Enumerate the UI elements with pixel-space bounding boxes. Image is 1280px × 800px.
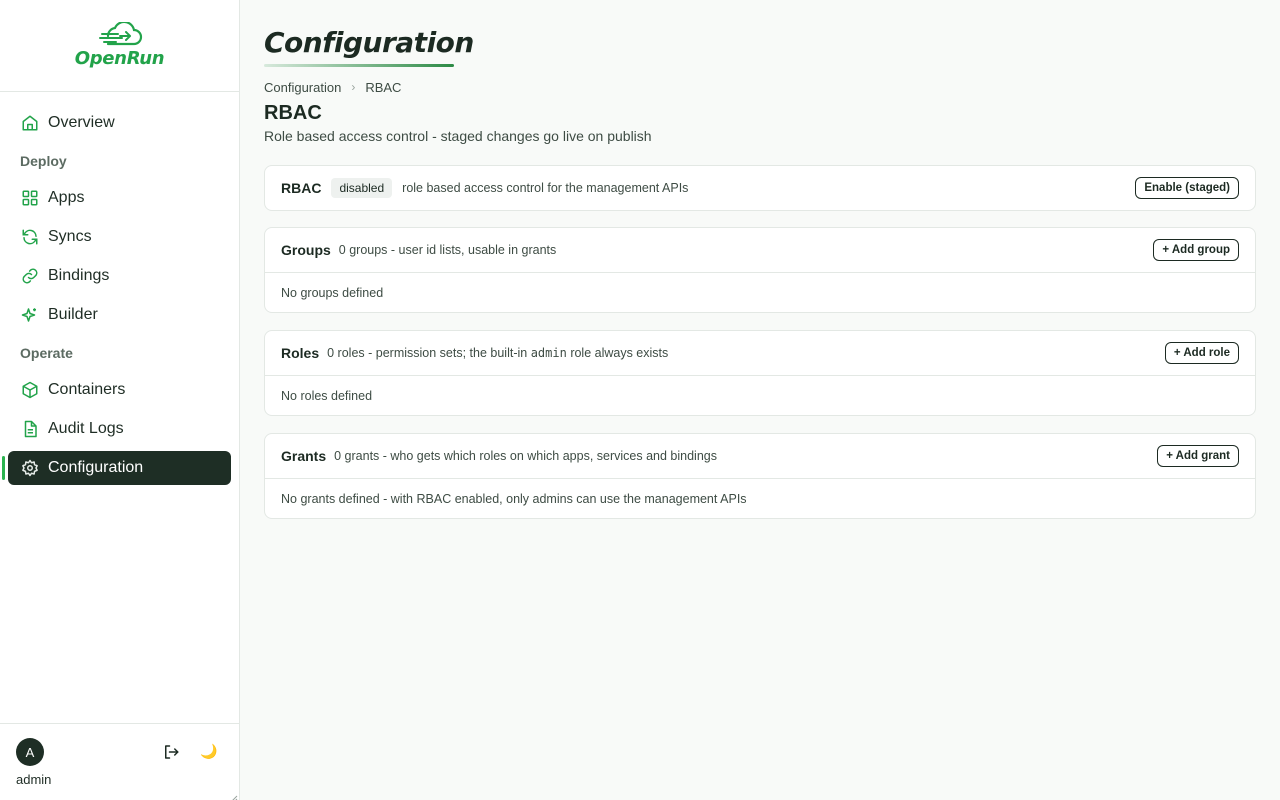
main-content: Configuration Configuration › RBAC RBAC …	[240, 0, 1280, 800]
sidebar-footer: A admin 🌙	[0, 723, 240, 800]
roles-card: Roles 0 roles - permission sets; the bui…	[264, 330, 1256, 416]
sidebar-item-label: Bindings	[48, 267, 110, 284]
sidebar: OpenRun Overview Deploy Apps Syncs Bindi…	[0, 0, 240, 800]
sidebar-nav: Overview Deploy Apps Syncs Bindings Buil…	[0, 92, 239, 485]
logout-icon[interactable]	[162, 743, 180, 761]
grants-card-header: Grants 0 grants - who gets which roles o…	[265, 434, 1255, 478]
breadcrumb: Configuration › RBAC	[264, 79, 1256, 95]
sidebar-item-label: Apps	[48, 189, 85, 206]
roles-desc-suffix: role always exists	[570, 346, 669, 360]
groups-card: Groups 0 groups - user id lists, usable …	[264, 227, 1256, 313]
moon-icon[interactable]: 🌙	[200, 743, 217, 760]
sidebar-item-label: Containers	[48, 381, 126, 398]
chevron-right-icon: ›	[351, 80, 356, 94]
sidebar-item-label: Overview	[48, 114, 115, 131]
roles-desc-prefix: 0 roles - permission sets; the built-in	[327, 346, 528, 360]
link-icon	[20, 266, 40, 286]
cloud-logo-icon	[98, 22, 142, 46]
refresh-icon	[20, 227, 40, 247]
grants-card-description: 0 grants - who gets which roles on which…	[334, 449, 717, 463]
page-title: Configuration	[264, 26, 474, 59]
groups-empty-state: No groups defined	[265, 272, 1255, 312]
sidebar-item-label: Configuration	[48, 459, 144, 476]
sparkles-icon	[20, 305, 40, 325]
groups-card-title: Groups	[281, 242, 331, 258]
title-underline	[264, 64, 454, 67]
rbac-card-header: RBAC disabled role based access control …	[265, 166, 1255, 210]
section-title: RBAC	[264, 102, 322, 124]
user-name: admin	[16, 772, 52, 787]
sidebar-item-bindings[interactable]: Bindings	[8, 259, 231, 293]
box-icon	[20, 380, 40, 400]
nav-section-deploy: Deploy	[20, 153, 67, 169]
rbac-card-title: RBAC	[281, 180, 322, 196]
logo[interactable]: OpenRun	[0, 0, 239, 92]
logo-text: OpenRun	[74, 48, 165, 69]
section-description: Role based access control - staged chang…	[264, 128, 652, 144]
sidebar-item-overview[interactable]: Overview	[8, 106, 231, 140]
document-icon	[20, 419, 40, 439]
nav-section-operate: Operate	[20, 345, 73, 361]
gear-icon	[20, 458, 40, 478]
sidebar-item-label: Syncs	[48, 228, 92, 245]
sidebar-item-syncs[interactable]: Syncs	[8, 220, 231, 254]
grants-card-title: Grants	[281, 448, 327, 464]
breadcrumb-item-rbac: RBAC	[365, 79, 402, 95]
resize-grip-icon[interactable]	[230, 790, 238, 800]
add-role-button[interactable]: + Add role	[1164, 342, 1239, 364]
sidebar-item-label: Audit Logs	[48, 420, 124, 437]
home-icon	[20, 113, 40, 133]
breadcrumb-item-configuration[interactable]: Configuration	[264, 80, 341, 95]
groups-card-header: Groups 0 groups - user id lists, usable …	[265, 228, 1255, 272]
add-group-button[interactable]: + Add group	[1153, 239, 1239, 261]
roles-card-description: 0 roles - permission sets; the built-in …	[327, 346, 668, 360]
rbac-card: RBAC disabled role based access control …	[264, 165, 1256, 211]
sidebar-item-apps[interactable]: Apps	[8, 181, 231, 215]
add-grant-button[interactable]: + Add grant	[1157, 445, 1239, 467]
grants-card: Grants 0 grants - who gets which roles o…	[264, 433, 1256, 519]
sidebar-item-builder[interactable]: Builder	[8, 298, 231, 332]
sidebar-item-label: Builder	[48, 306, 98, 323]
sidebar-item-audit-logs[interactable]: Audit Logs	[8, 412, 231, 446]
roles-card-title: Roles	[281, 345, 320, 361]
enable-rbac-button[interactable]: Enable (staged)	[1135, 177, 1239, 199]
sidebar-item-containers[interactable]: Containers	[8, 373, 231, 407]
roles-empty-state: No roles defined	[265, 375, 1255, 415]
status-badge: disabled	[331, 178, 393, 198]
sidebar-item-configuration[interactable]: Configuration	[2, 451, 231, 485]
grid-icon	[20, 188, 40, 208]
roles-desc-code: admin	[530, 346, 567, 360]
rbac-card-description: role based access control for the manage…	[402, 181, 689, 195]
groups-card-description: 0 groups - user id lists, usable in gran…	[338, 243, 557, 257]
avatar[interactable]: A	[16, 738, 44, 766]
grants-empty-state: No grants defined - with RBAC enabled, o…	[265, 478, 1255, 518]
roles-card-header: Roles 0 roles - permission sets; the bui…	[265, 331, 1255, 375]
